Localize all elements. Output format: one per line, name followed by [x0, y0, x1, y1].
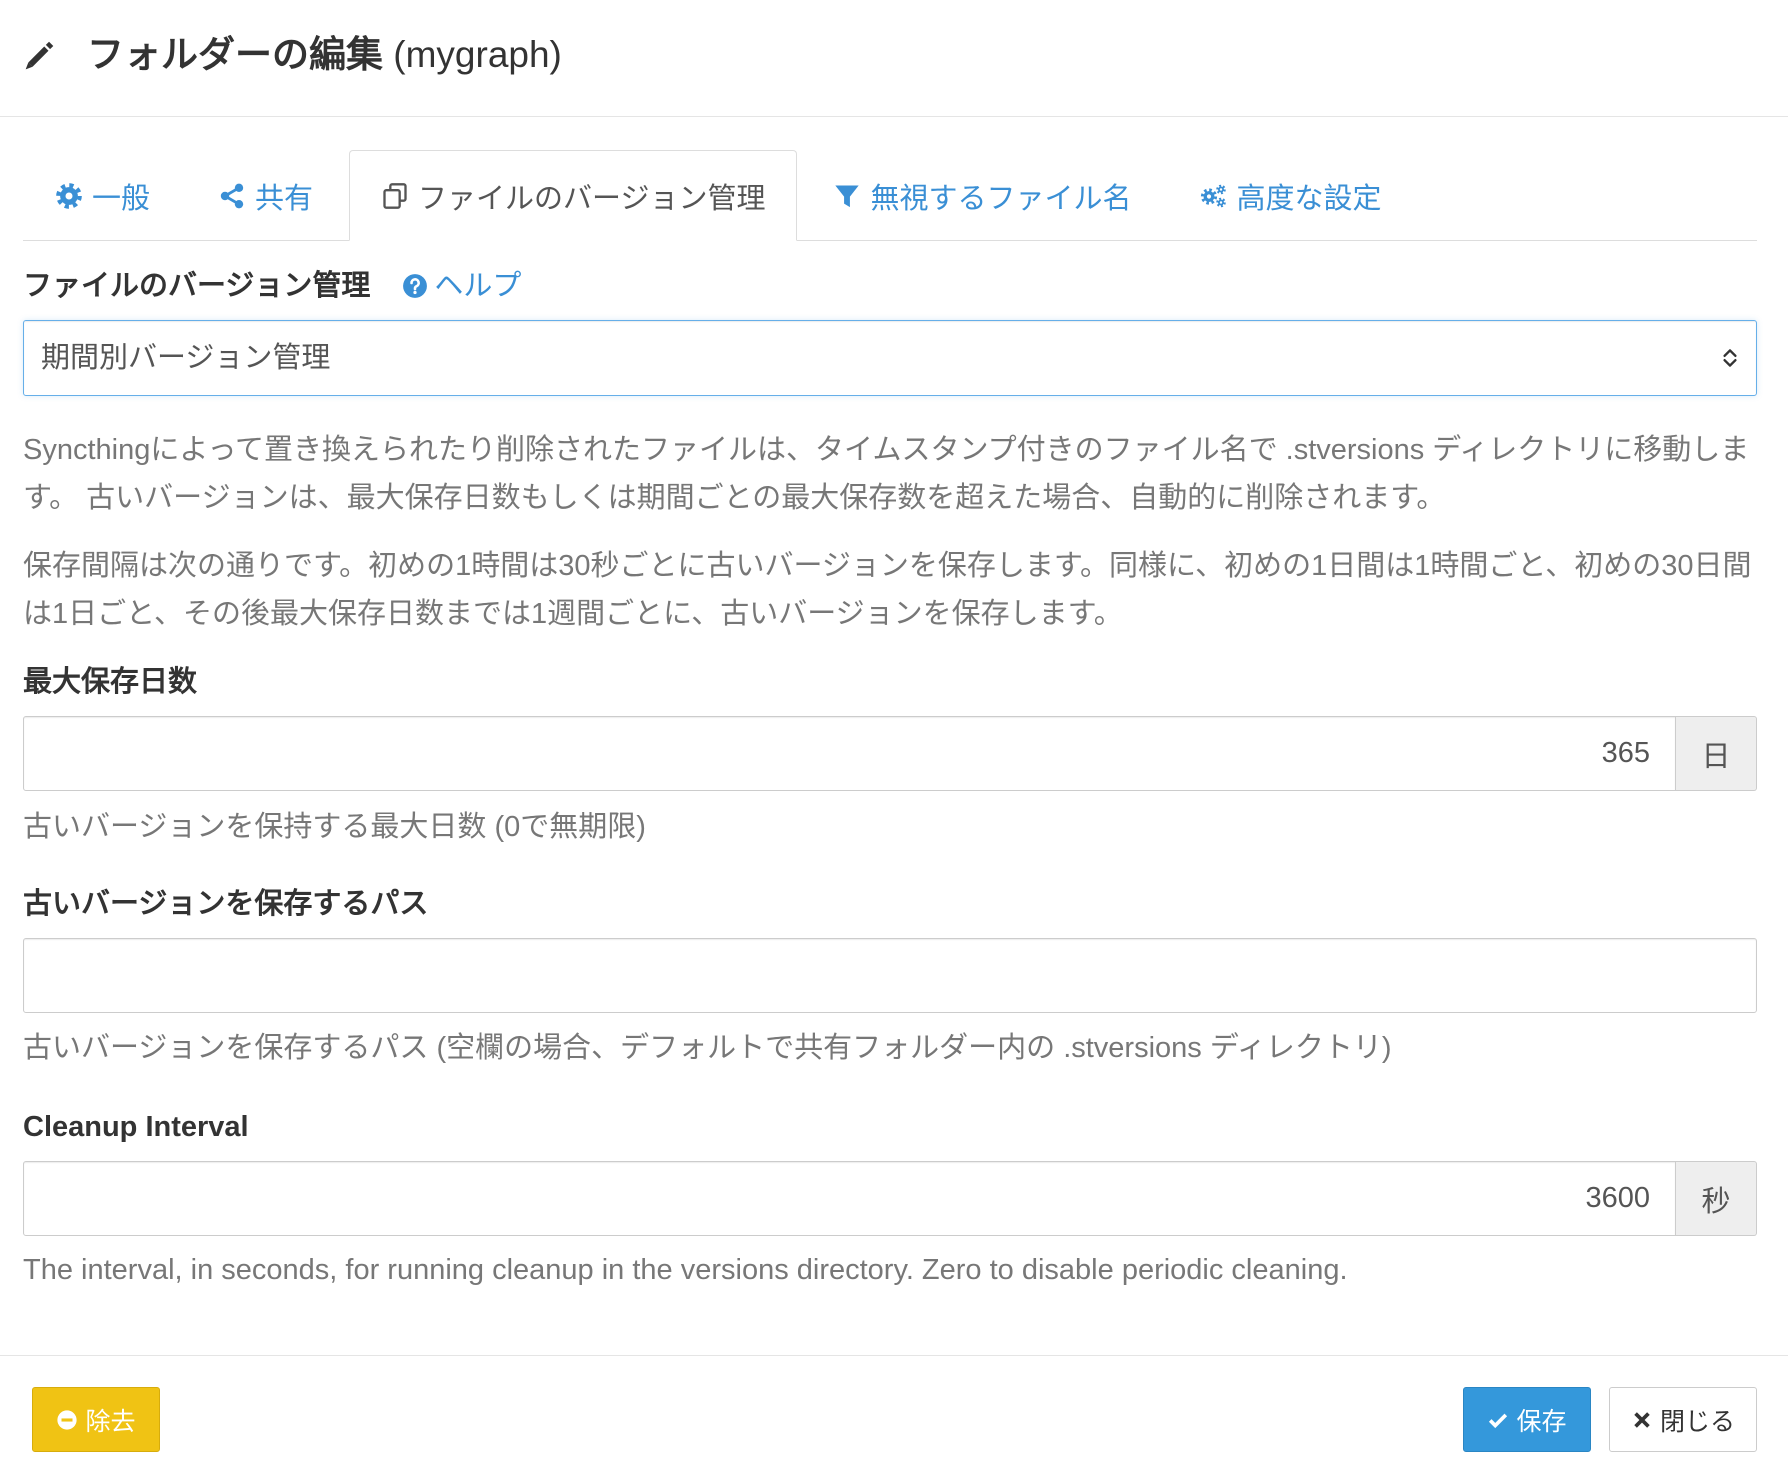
versioning-description: Syncthingによって置き換えられたり削除されたファイルは、タイムスタンプ付… — [23, 434, 1750, 514]
edit-folder-dialog: フォルダーの編集 (mygraph) 一般 共有 ファイルのバージョン管理 無視… — [0, 0, 1788, 1479]
max-age-help: 古いバージョンを保持する最大日数 (0で無期限) — [23, 811, 646, 843]
pencil-icon — [23, 38, 57, 72]
check-icon — [1487, 1409, 1509, 1431]
max-age-unit-addon: 日 — [1676, 716, 1757, 791]
help-link[interactable]: ヘルプ — [402, 269, 521, 303]
cleanup-interval-help: The interval, in seconds, for running cl… — [23, 1254, 1348, 1286]
cleanup-interval-input-group: 秒 — [23, 1161, 1757, 1236]
cogs-icon — [1199, 182, 1227, 210]
dialog-body: 一般 共有 ファイルのバージョン管理 無視するファイル名 高度な設定 ファイルの… — [0, 117, 1788, 1290]
tab-bar: 一般 共有 ファイルのバージョン管理 無視するファイル名 高度な設定 — [23, 150, 1757, 241]
cleanup-interval-unit-addon: 秒 — [1676, 1161, 1757, 1236]
max-age-input[interactable] — [23, 716, 1676, 791]
tab-file-versioning[interactable]: ファイルのバージョン管理 — [349, 150, 798, 241]
gear-icon — [55, 182, 83, 210]
folder-id: (mygraph) — [393, 34, 562, 75]
versioning-label: ファイルのバージョン管理 ヘルプ — [23, 269, 1757, 303]
versions-path-input-wrapper — [23, 938, 1757, 1013]
save-button-label: 保存 — [1516, 1407, 1567, 1436]
remove-button-label: 除去 — [85, 1407, 136, 1436]
tab-general-label: 一般 — [92, 182, 151, 215]
question-circle-icon — [402, 273, 428, 299]
save-button[interactable]: 保存 — [1463, 1387, 1591, 1452]
cleanup-interval-input[interactable] — [23, 1161, 1676, 1236]
tab-ignore-patterns-label: 無視するファイル名 — [870, 182, 1132, 215]
max-age-label: 最大保存日数 — [23, 666, 198, 698]
dialog-title-text: フォルダーの編集 — [87, 34, 383, 75]
cleanup-interval-label: Cleanup Interval — [23, 1111, 249, 1143]
tab-advanced-label: 高度な設定 — [1236, 182, 1382, 215]
help-link-text: ヘルプ — [434, 270, 522, 302]
versioning-label-text: ファイルのバージョン管理 — [23, 270, 371, 302]
versioning-intervals-description: 保存間隔は次の通りです。初めの1時間は30秒ごとに古いバージョンを保存します。同… — [23, 550, 1752, 630]
versions-path-input[interactable] — [23, 938, 1757, 1013]
versioning-type-select-wrapper: 期間別バージョン管理 — [23, 320, 1757, 396]
versioning-type-select[interactable]: 期間別バージョン管理 — [23, 320, 1757, 396]
share-icon — [218, 182, 246, 210]
max-age-input-group: 日 — [23, 716, 1757, 791]
filter-icon — [833, 182, 861, 210]
close-button-label: 閉じる — [1659, 1407, 1735, 1436]
copy-icon — [381, 182, 409, 210]
remove-button[interactable]: 除去 — [32, 1387, 160, 1452]
tab-general[interactable]: 一般 — [23, 150, 182, 241]
tab-file-versioning-label: ファイルのバージョン管理 — [418, 182, 766, 215]
dialog-title: フォルダーの編集 (mygraph) — [87, 33, 562, 77]
times-icon — [1631, 1409, 1653, 1431]
minus-circle-icon — [56, 1409, 78, 1431]
tab-advanced[interactable]: 高度な設定 — [1167, 150, 1413, 241]
dialog-header: フォルダーの編集 (mygraph) — [0, 0, 1788, 117]
dialog-footer: 除去 保存 閉じる — [0, 1355, 1788, 1479]
versions-path-label: 古いバージョンを保存するパス — [23, 888, 429, 920]
tab-sharing[interactable]: 共有 — [186, 150, 345, 241]
versions-path-help: 古いバージョンを保存するパス (空欄の場合、デフォルトで共有フォルダー内の .s… — [23, 1032, 1392, 1064]
tab-sharing-label: 共有 — [255, 182, 314, 215]
tab-ignore-patterns[interactable]: 無視するファイル名 — [801, 150, 1163, 241]
close-button[interactable]: 閉じる — [1609, 1387, 1757, 1452]
